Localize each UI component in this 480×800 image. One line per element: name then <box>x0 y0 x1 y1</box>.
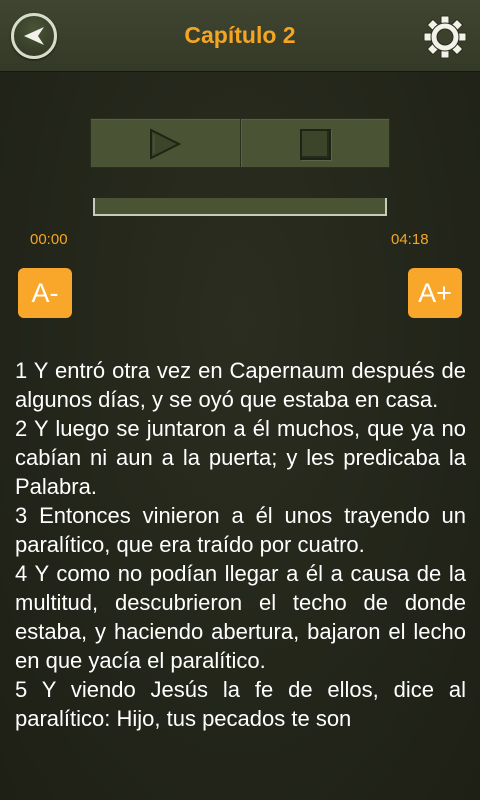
audio-player-controls <box>90 118 390 168</box>
back-arrow-icon <box>24 27 44 45</box>
stop-icon <box>300 129 331 160</box>
increase-font-button[interactable]: A+ <box>408 268 462 318</box>
settings-button[interactable] <box>422 14 468 60</box>
verse: 4 Y como no podían llegar a él a causa d… <box>15 561 466 673</box>
verse: 3 Entonces vinieron a él unos trayendo u… <box>15 503 466 557</box>
header-bar: Capítulo 2 <box>0 0 480 72</box>
screen: Capítulo 2 00:00 04:18 A- A+ 1 Y entró o… <box>0 0 480 800</box>
decrease-font-button[interactable]: A- <box>18 268 72 318</box>
page-title: Capítulo 2 <box>184 22 296 48</box>
play-button[interactable] <box>91 119 241 167</box>
audio-progress-bar[interactable] <box>93 198 387 216</box>
time-elapsed: 00:00 <box>30 231 68 248</box>
chapter-text: 1 Y entró otra vez en Capernaum después … <box>15 356 466 800</box>
play-icon <box>150 128 182 160</box>
time-total: 04:18 <box>391 231 429 248</box>
stop-button[interactable] <box>241 119 389 167</box>
back-button[interactable] <box>11 13 57 59</box>
verse: 5 Y viendo Jesús la fe de ellos, dice al… <box>15 677 466 731</box>
gear-icon <box>423 15 467 59</box>
verse: 1 Y entró otra vez en Capernaum después … <box>15 358 466 412</box>
verse: 2 Y luego se juntaron a él muchos, que y… <box>15 416 466 499</box>
